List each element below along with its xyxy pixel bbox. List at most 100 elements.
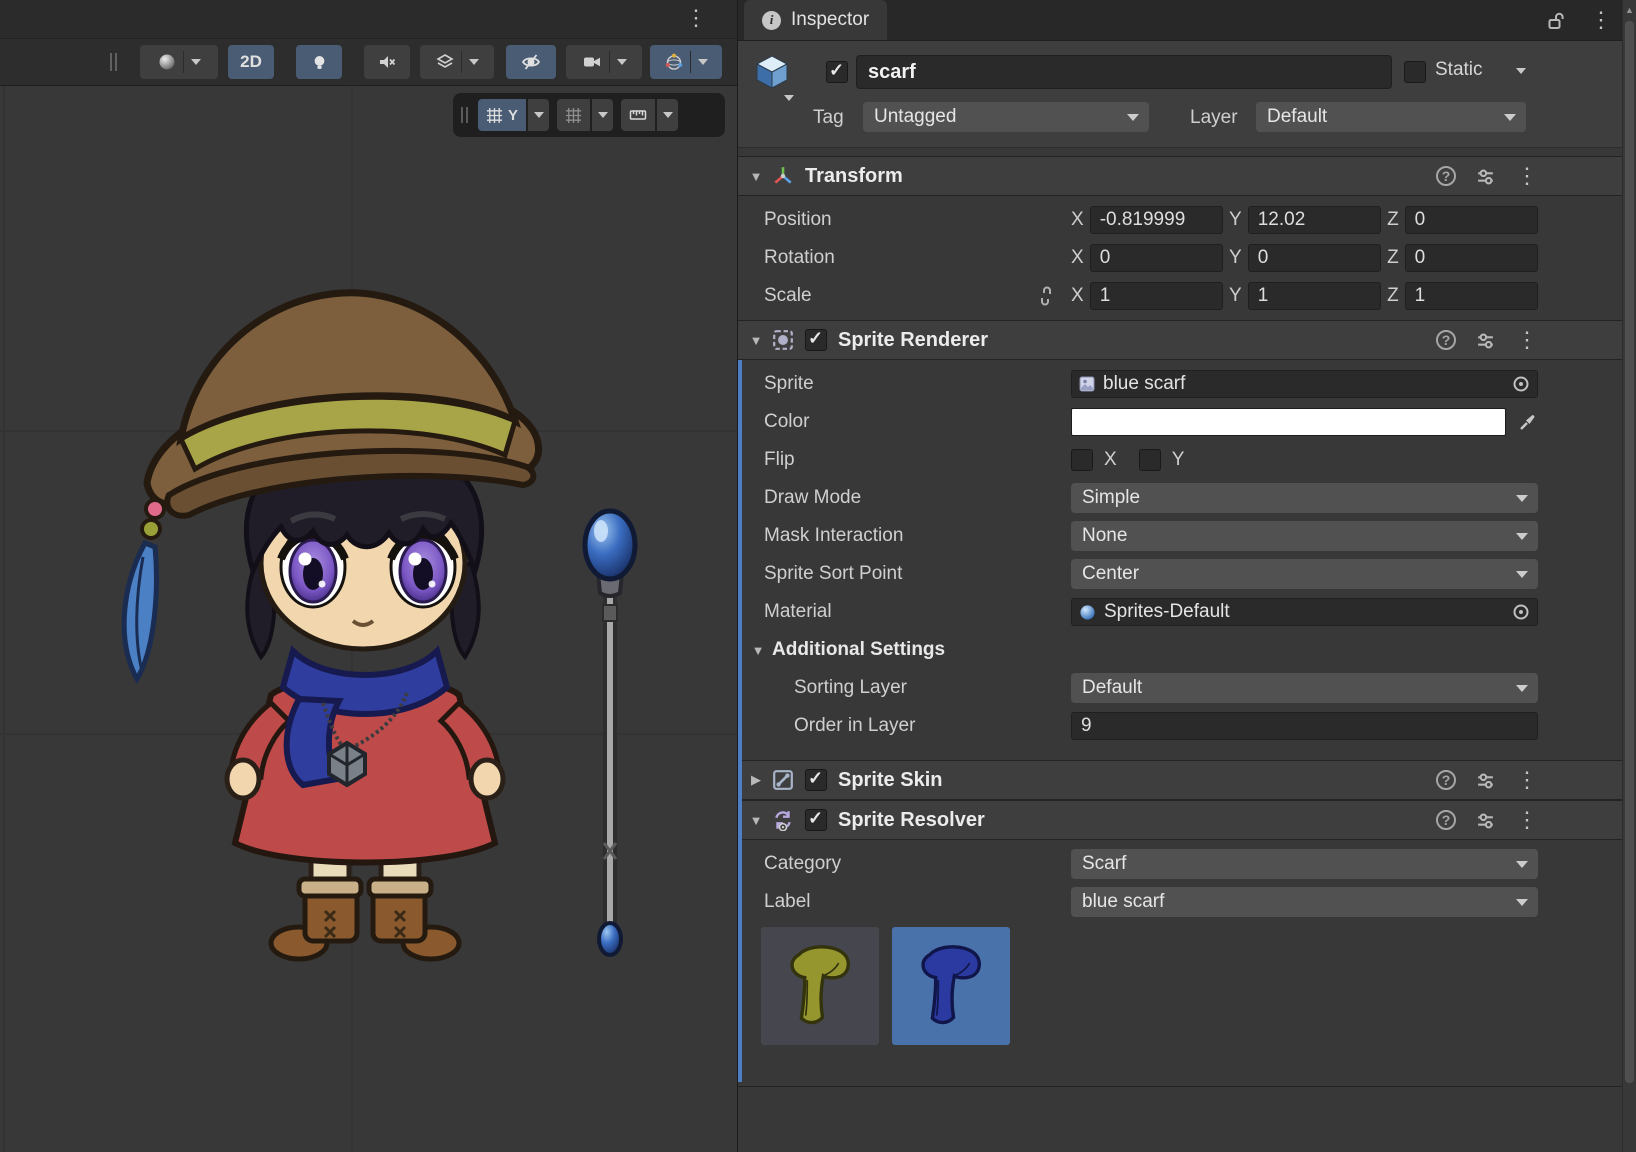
rotation-x-field[interactable]: 0 xyxy=(1090,244,1223,272)
layer-label: Layer xyxy=(1190,107,1238,129)
position-z-field[interactable]: 0 xyxy=(1405,206,1538,234)
help-icon[interactable]: ? xyxy=(1436,330,1456,350)
component-menu-icon[interactable]: ⋮ xyxy=(1516,809,1538,831)
grid-snapping-button[interactable] xyxy=(557,99,590,131)
mask-interaction-label: Mask Interaction xyxy=(738,525,1071,547)
scrollbar-thumb[interactable] xyxy=(1625,21,1634,1083)
gizmos-button[interactable] xyxy=(650,45,722,79)
component-enabled-checkbox[interactable] xyxy=(805,769,827,791)
rotation-z-field[interactable]: 0 xyxy=(1405,244,1538,272)
scale-z-field[interactable]: 1 xyxy=(1405,282,1538,310)
category-dropdown[interactable]: Scarf xyxy=(1071,849,1538,879)
dropdown-arrow-icon xyxy=(617,59,627,65)
layer-dropdown[interactable]: Default xyxy=(1256,102,1526,132)
object-picker-icon[interactable] xyxy=(1512,375,1530,393)
gameobject-header: scarf Static Tag Untagged Layer Default xyxy=(738,41,1636,148)
eyedropper-icon[interactable] xyxy=(1518,412,1538,432)
flip-x-checkbox[interactable] xyxy=(1071,449,1093,471)
foldout-expanded-icon[interactable]: ▼ xyxy=(748,643,768,658)
draw-mode-button[interactable] xyxy=(140,45,218,79)
sprite-skin-icon xyxy=(772,769,794,791)
scene-camera-button[interactable] xyxy=(566,45,642,79)
foldout-expanded-icon[interactable]: ▼ xyxy=(746,169,766,184)
snap-increment-dropdown[interactable] xyxy=(657,99,678,131)
scale-x-field[interactable]: 1 xyxy=(1090,282,1223,310)
component-menu-icon[interactable]: ⋮ xyxy=(1516,769,1538,791)
object-picker-icon[interactable] xyxy=(1512,603,1530,621)
sprite-resolver-header[interactable]: ▼ Sprite Resolver ? ⋮ xyxy=(738,800,1636,840)
scroll-up-arrow[interactable]: ▲ xyxy=(1623,0,1636,15)
static-checkbox[interactable] xyxy=(1404,61,1426,83)
scene-visibility-toggle[interactable] xyxy=(506,45,556,79)
grid-visibility-button[interactable]: Y xyxy=(478,99,526,131)
presets-icon[interactable] xyxy=(1475,331,1496,352)
scene-audio-toggle[interactable] xyxy=(364,45,410,79)
sprite-sort-point-dropdown[interactable]: Center xyxy=(1071,559,1538,589)
label-dropdown[interactable]: blue scarf xyxy=(1071,887,1538,917)
rotation-y-field[interactable]: 0 xyxy=(1248,244,1381,272)
component-menu-icon[interactable]: ⋮ xyxy=(1516,165,1538,187)
flip-y-checkbox[interactable] xyxy=(1139,449,1161,471)
lock-icon[interactable] xyxy=(1547,11,1566,30)
tag-dropdown[interactable]: Untagged xyxy=(863,102,1149,132)
color-swatch[interactable] xyxy=(1071,408,1506,436)
sprite-object-field[interactable]: blue scarf xyxy=(1071,370,1538,398)
lightbulb-icon xyxy=(311,54,328,71)
position-x-field[interactable]: -0.819999 xyxy=(1090,206,1223,234)
icon-dropdown-arrow[interactable] xyxy=(784,95,794,101)
gameobject-cube-icon[interactable] xyxy=(752,52,792,97)
sorting-layer-dropdown[interactable]: Default xyxy=(1071,673,1538,703)
2d-view-toggle[interactable]: 2D xyxy=(228,45,274,79)
inspector-end-divider xyxy=(738,1086,1636,1087)
component-enabled-checkbox[interactable] xyxy=(805,809,827,831)
mask-interaction-dropdown[interactable]: None xyxy=(1071,521,1538,551)
color-label: Color xyxy=(738,411,1071,433)
grid-toolbar-drag-handle[interactable] xyxy=(461,107,468,123)
draw-mode-dropdown[interactable]: Simple xyxy=(1071,483,1538,513)
sprite-skin-header[interactable]: ▶ Sprite Skin ? ⋮ xyxy=(738,760,1636,800)
inspector-tab[interactable]: i Inspector xyxy=(744,0,887,40)
active-checkbox[interactable] xyxy=(826,61,848,83)
sprite-renderer-header[interactable]: ▼ Sprite Renderer ? ⋮ xyxy=(738,320,1636,360)
scale-y-field[interactable]: 1 xyxy=(1248,282,1381,310)
scene-viewport[interactable]: Y xyxy=(0,86,737,1152)
grid-visibility-dropdown[interactable] xyxy=(528,99,549,131)
inspector-scrollbar[interactable]: ▲ xyxy=(1622,0,1636,1152)
component-menu-icon[interactable]: ⋮ xyxy=(1516,329,1538,351)
position-y-field[interactable]: 12.02 xyxy=(1248,206,1381,234)
toolbar-drag-handle[interactable] xyxy=(110,53,117,71)
component-enabled-checkbox[interactable] xyxy=(805,329,827,351)
presets-icon[interactable] xyxy=(1475,811,1496,832)
inspector-tabbar: i Inspector ⋮ xyxy=(738,0,1636,41)
draw-mode-row: Draw Mode Simple xyxy=(738,479,1636,517)
foldout-expanded-icon[interactable]: ▼ xyxy=(746,333,766,348)
scene-overflow-menu-icon[interactable]: ⋮ xyxy=(685,7,707,29)
rotation-label: Rotation xyxy=(738,247,1071,269)
presets-icon[interactable] xyxy=(1475,167,1496,188)
material-object-field[interactable]: Sprites-Default xyxy=(1071,598,1538,626)
sprite-option-yellow-scarf[interactable] xyxy=(761,927,879,1045)
grid-snapping-dropdown[interactable] xyxy=(592,99,613,131)
help-icon[interactable]: ? xyxy=(1436,166,1456,186)
label-row: Label blue scarf xyxy=(738,883,1636,921)
dropdown-arrow-icon xyxy=(698,59,708,65)
inspector-menu-icon[interactable]: ⋮ xyxy=(1590,9,1612,31)
position-row: Position X -0.819999 Y 12.02 Z 0 xyxy=(738,201,1636,239)
foldout-collapsed-icon[interactable]: ▶ xyxy=(746,772,766,788)
staff xyxy=(585,511,635,955)
additional-settings-row[interactable]: ▼ Additional Settings xyxy=(738,631,1636,669)
gameobject-name-field[interactable]: scarf xyxy=(856,55,1392,89)
sprite-option-blue-scarf[interactable] xyxy=(892,927,1010,1045)
order-in-layer-row: Order in Layer 9 xyxy=(738,707,1636,745)
snap-increment-button[interactable] xyxy=(621,99,655,131)
scene-effects-button[interactable] xyxy=(420,45,494,79)
help-icon[interactable]: ? xyxy=(1436,810,1456,830)
shaded-sphere-icon xyxy=(158,53,176,71)
foldout-expanded-icon[interactable]: ▼ xyxy=(746,813,766,828)
constrain-proportions-icon[interactable] xyxy=(1036,286,1056,306)
transform-header[interactable]: ▼ Transform ? ⋮ xyxy=(738,156,1636,196)
scene-lighting-toggle[interactable] xyxy=(296,45,342,79)
static-dropdown-arrow[interactable] xyxy=(1516,68,1526,74)
presets-icon[interactable] xyxy=(1475,771,1496,792)
help-icon[interactable]: ? xyxy=(1436,770,1456,790)
